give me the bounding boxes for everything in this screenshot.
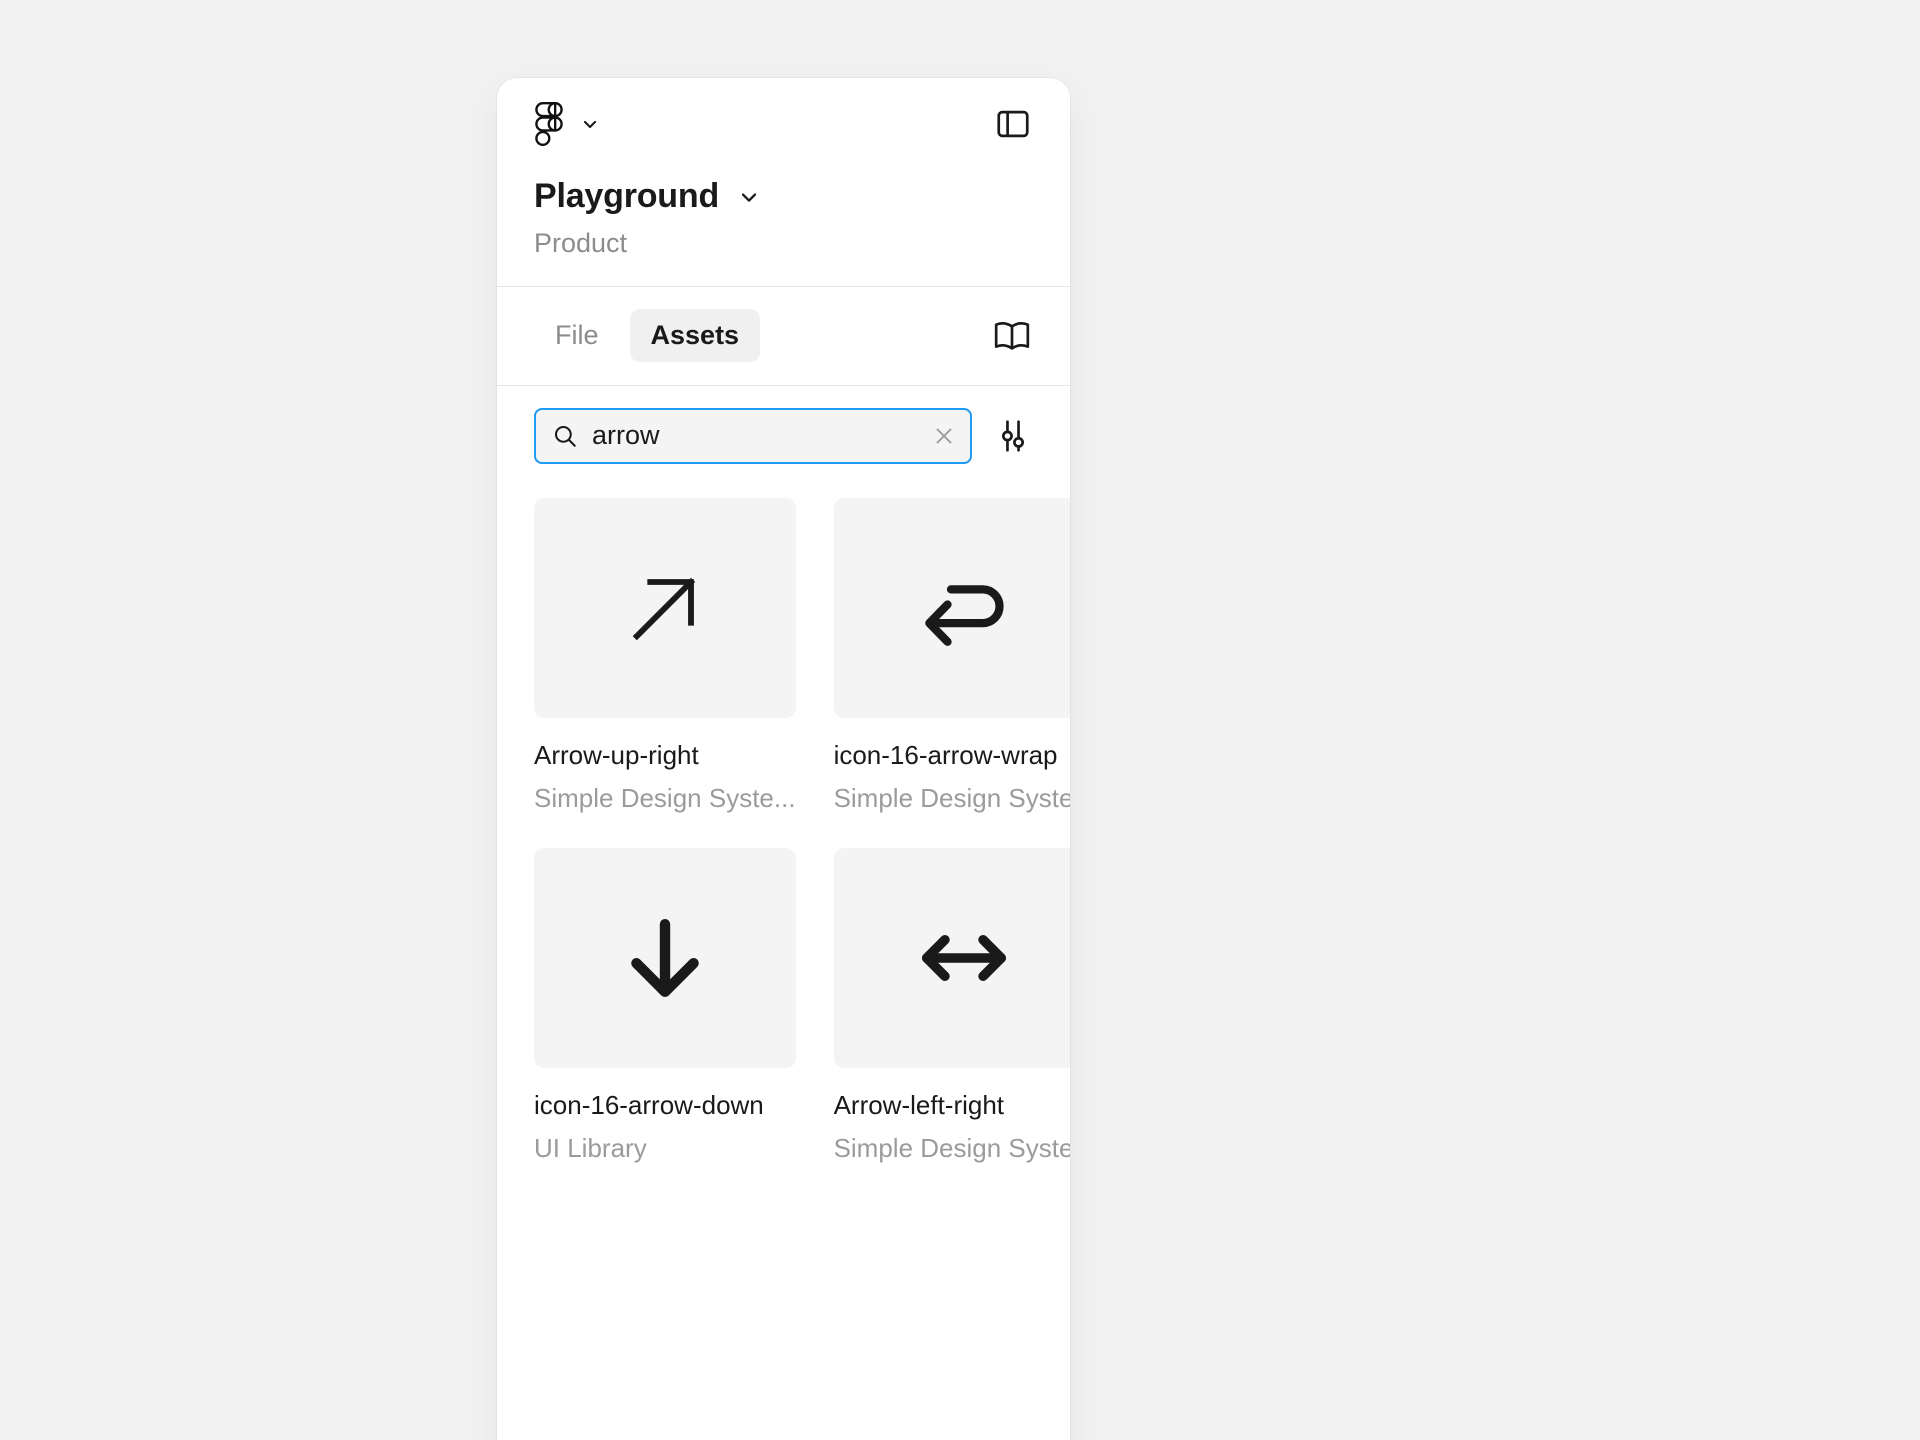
figma-menu-button[interactable] xyxy=(534,102,600,146)
asset-thumbnail[interactable] xyxy=(534,848,796,1069)
tab-file[interactable]: File xyxy=(534,309,620,362)
asset-name: Arrow-up-right xyxy=(534,739,699,770)
asset-thumbnail[interactable] xyxy=(534,497,796,718)
asset-thumbnail[interactable] xyxy=(833,848,1070,1069)
asset-library: UI Library xyxy=(534,1133,647,1164)
page-title-row[interactable]: Playground xyxy=(534,177,1032,215)
tab-assets[interactable]: Assets xyxy=(629,309,761,363)
asset-name: Arrow-left-right xyxy=(833,1090,1005,1121)
arrow-up-right-icon xyxy=(613,556,717,660)
arrow-left-right-icon xyxy=(912,906,1016,1010)
asset-card[interactable]: Arrow-left-right Simple Design Syste... xyxy=(833,848,1070,1164)
page-title-chevron-down-icon[interactable] xyxy=(737,185,761,209)
asset-card[interactable]: icon-16-arrow-down UI Library xyxy=(534,848,796,1164)
asset-library: Simple Design Syste... xyxy=(833,782,1070,813)
arrow-wrap-icon xyxy=(912,556,1016,660)
asset-card[interactable]: Arrow-up-right Simple Design Syste... xyxy=(534,497,796,814)
search-icon xyxy=(552,423,578,449)
asset-name: icon-16-arrow-down xyxy=(534,1090,764,1121)
figma-assets-panel: Playground Product File Assets arrow Arr… xyxy=(497,78,1070,1440)
right-panel-toggle-icon[interactable] xyxy=(994,105,1032,143)
asset-card[interactable]: icon-16-arrow-wrap Simple Design Syste..… xyxy=(833,497,1070,814)
asset-name: icon-16-arrow-wrap xyxy=(833,739,1058,770)
open-book-icon[interactable] xyxy=(992,316,1032,356)
figma-logo-icon xyxy=(534,102,564,146)
arrow-down-icon xyxy=(613,906,717,1010)
search-row: arrow xyxy=(497,386,1070,484)
asset-grid: Arrow-up-right Simple Design Syste... ic… xyxy=(497,484,1070,1165)
asset-library: Simple Design Syste... xyxy=(833,1133,1070,1164)
screen: Playground Product File Assets arrow Arr… xyxy=(0,0,1920,1440)
asset-thumbnail[interactable] xyxy=(833,497,1070,718)
tab-bar: File Assets xyxy=(497,287,1070,385)
sliders-filter-icon[interactable] xyxy=(994,417,1032,455)
search-input-value: arrow xyxy=(592,420,660,451)
asset-library: Simple Design Syste... xyxy=(534,782,796,813)
page-subtitle: Product xyxy=(534,228,628,259)
close-icon[interactable] xyxy=(932,424,956,448)
page-header: Playground Product xyxy=(497,170,1070,286)
chevron-down-icon xyxy=(580,114,600,134)
page-title: Playground xyxy=(534,177,720,215)
search-input[interactable]: arrow xyxy=(534,407,972,464)
top-bar xyxy=(497,78,1070,170)
